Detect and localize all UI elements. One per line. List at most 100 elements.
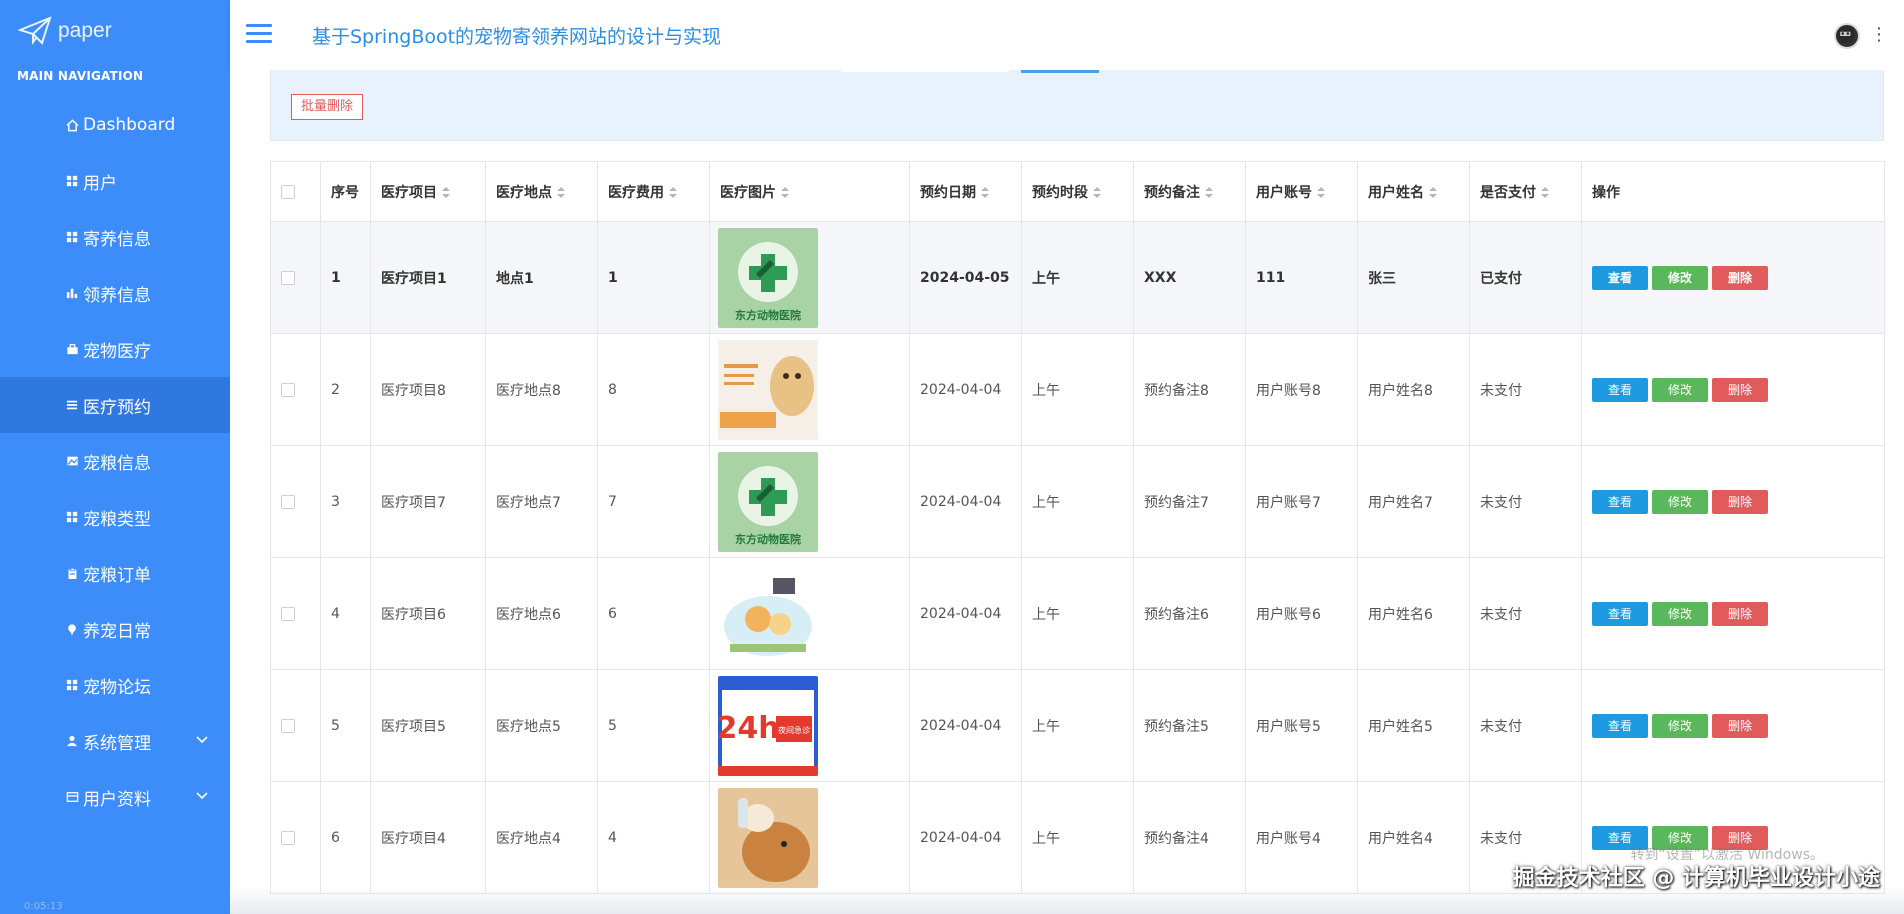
cell-place: 医疗地点5 [485,669,598,782]
sidebar-item-label: 宠粮信息 [83,453,151,474]
list-icon [64,397,80,413]
sort-icon[interactable] [1205,186,1213,199]
sidebar-item-4[interactable]: 宠物医疗 [0,321,230,377]
edit-button[interactable]: 修改 [1652,489,1708,514]
column-header[interactable]: 医疗图片 [709,161,910,222]
column-header[interactable]: 医疗地点 [485,161,598,222]
sort-icon[interactable] [1317,186,1325,199]
cell-name: 张三 [1357,221,1470,334]
cell-place: 医疗地点7 [485,445,598,558]
grid-icon [64,677,80,693]
sidebar-item-5[interactable]: 医疗预约 [0,377,264,433]
sort-icon[interactable] [1541,186,1549,199]
row-checkbox[interactable] [270,333,321,446]
cell-note: XXX [1133,221,1246,334]
medical-image[interactable]: 24h 夜间急诊 [709,669,910,782]
search-field-edge [841,70,1009,72]
cell-item: 医疗项目7 [370,445,486,558]
medical-image[interactable] [709,557,910,670]
sidebar-item-2[interactable]: 寄养信息 [0,209,230,265]
cell-place: 地点1 [485,221,598,334]
sort-icon[interactable] [1093,186,1101,199]
view-button[interactable]: 查看 [1592,377,1648,402]
avatar[interactable] [1834,23,1860,49]
view-button[interactable]: 查看 [1592,601,1648,626]
edit-button[interactable]: 修改 [1652,713,1708,738]
column-header[interactable]: 医疗费用 [597,161,710,222]
delete-button[interactable]: 删除 [1712,713,1768,738]
medical-image[interactable]: 东方动物医院 [709,221,910,334]
row-checkbox[interactable] [270,445,321,558]
sidebar-item-8[interactable]: 宠粮订单 [0,545,230,601]
cell-paid: 已支付 [1469,221,1582,334]
medical-image[interactable] [709,333,910,446]
column-header[interactable]: 是否支付 [1469,161,1582,222]
medical-image[interactable]: 东方动物医院 [709,445,910,558]
edit-button[interactable]: 修改 [1652,265,1708,290]
menu-toggle-icon[interactable] [246,24,272,46]
sidebar-item-10[interactable]: 宠物论坛 [0,657,230,713]
edit-button[interactable]: 修改 [1652,377,1708,402]
sort-icon[interactable] [981,186,989,199]
brand-logo[interactable]: paper [18,14,112,48]
sort-icon[interactable] [557,186,565,199]
delete-button[interactable]: 删除 [1712,265,1768,290]
cell-no: 3 [320,445,371,558]
sidebar-item-9[interactable]: 养宠日常 [0,601,230,657]
select-all-checkbox[interactable] [270,161,321,222]
row-checkbox[interactable] [270,781,321,894]
search-button-edge[interactable] [1021,70,1099,73]
sidebar-item-6[interactable]: 宠粮信息 [0,433,230,489]
cell-item: 医疗项目5 [370,669,486,782]
sidebar-item-label: 领养信息 [83,285,151,306]
page-title: 基于SpringBoot的宠物寄领养网站的设计与实现 [312,26,722,48]
cell-item: 医疗项目6 [370,557,486,670]
cell-name: 用户姓名6 [1357,557,1470,670]
cell-fee: 5 [597,669,710,782]
row-checkbox[interactable] [270,557,321,670]
delete-button[interactable]: 删除 [1712,601,1768,626]
sort-icon[interactable] [442,186,450,199]
sidebar-item-12[interactable]: 用户资料 [0,769,230,825]
row-checkbox[interactable] [270,669,321,782]
view-button[interactable]: 查看 [1592,265,1648,290]
column-header[interactable]: 用户账号 [1245,161,1358,222]
table-row: 5 医疗项目5 医疗地点5 5 24h 夜间急诊 2024-04-04 上午 预约备注5 用户账号… [270,669,1885,782]
row-checkbox[interactable] [270,221,321,334]
sidebar-item-0[interactable]: Dashboard [0,97,230,153]
cell-place: 医疗地点6 [485,557,598,670]
batch-delete-button[interactable]: 批量删除 [291,94,364,120]
view-button[interactable]: 查看 [1592,489,1648,514]
more-vertical-icon[interactable]: ⋮ [1870,24,1888,46]
cell-no: 2 [320,333,371,446]
top-header: 基于SpringBoot的宠物寄领养网站的设计与实现 ⋮ [230,0,1904,70]
column-header[interactable]: 预约时段 [1021,161,1134,222]
sort-icon[interactable] [669,186,677,199]
sidebar-item-3[interactable]: 领养信息 [0,265,230,321]
column-header: 操作 [1581,161,1885,222]
sidebar-item-11[interactable]: 系统管理 [0,713,230,769]
user-icon [64,733,80,749]
sort-icon[interactable] [781,186,789,199]
medical-image[interactable] [709,781,910,894]
cell-slot: 上午 [1021,781,1134,894]
column-header[interactable]: 预约备注 [1133,161,1246,222]
sidebar: paper MAIN NAVIGATION Dashboard 用户 寄养信息 领养信… [0,0,264,914]
sort-icon[interactable] [1429,186,1437,199]
delete-button[interactable]: 删除 [1712,377,1768,402]
column-header[interactable]: 用户姓名 [1357,161,1470,222]
row-actions: 查看 修改 删除 [1581,333,1885,446]
cell-fee: 6 [597,557,710,670]
edit-button[interactable]: 修改 [1652,601,1708,626]
cell-note: 预约备注7 [1133,445,1246,558]
column-header[interactable]: 医疗项目 [370,161,486,222]
sidebar-item-label: 用户资料 [83,789,151,810]
sidebar-item-7[interactable]: 宠粮类型 [0,489,230,545]
hospital-name: 东方动物医院 [735,532,801,546]
delete-button[interactable]: 删除 [1712,489,1768,514]
sidebar-item-1[interactable]: 用户 [0,153,230,209]
view-button[interactable]: 查看 [1592,713,1648,738]
cell-fee: 1 [597,221,710,334]
cell-account: 用户账号5 [1245,669,1358,782]
column-header[interactable]: 预约日期 [909,161,1022,222]
